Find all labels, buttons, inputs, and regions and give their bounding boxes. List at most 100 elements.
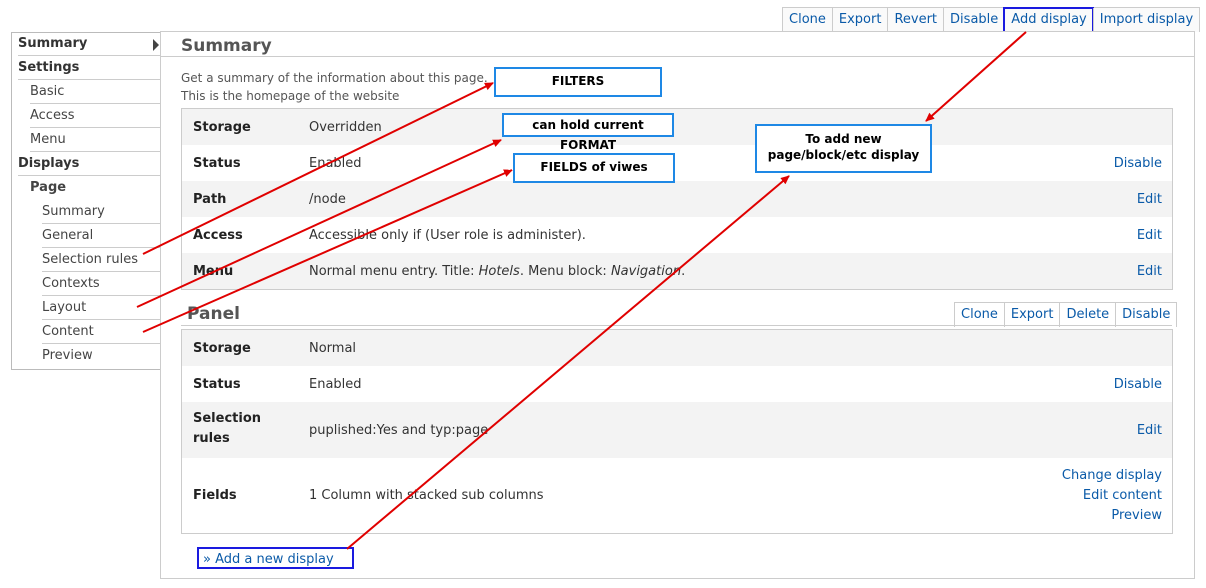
display-toolbar: Clone Export Revert Disable Add display …	[782, 7, 1201, 33]
row-label: Selection	[193, 411, 262, 426]
sidebar-item-general[interactable]: General	[42, 225, 161, 248]
filters-callout: FILTERS	[494, 67, 662, 97]
summary-description: Get a summary of the information about t…	[181, 71, 488, 85]
row-label: Status	[193, 156, 241, 171]
edit-content-link[interactable]: Edit content	[1083, 488, 1162, 503]
summary-title: Summary	[181, 36, 272, 56]
menu-text: Normal menu entry. Title:	[309, 264, 479, 279]
row-label: rules	[193, 431, 230, 446]
sidebar-item-contexts[interactable]: Contexts	[42, 273, 161, 296]
sidebar-item-label: Summary	[18, 36, 88, 51]
sidebar-item-basic[interactable]: Basic	[30, 81, 161, 104]
panel-disable-button[interactable]: Disable	[1115, 303, 1176, 327]
sidebar-item-label: Page	[30, 180, 67, 195]
menu-text: . Menu block:	[519, 264, 611, 279]
sidebar-item-access[interactable]: Access	[30, 105, 161, 128]
export-button[interactable]: Export	[831, 8, 888, 32]
table-row: Status Enabled Disable	[182, 366, 1172, 402]
sidebar-item-label: Menu	[30, 132, 66, 147]
sidebar-item-page-summary[interactable]: Summary	[42, 201, 161, 224]
row-label: Menu	[193, 264, 234, 279]
menu-text: .	[681, 264, 686, 279]
row-label: Access	[193, 228, 243, 243]
row-value: puplished:Yes and typ:page	[309, 423, 489, 438]
sidebar-item-page[interactable]: Page	[30, 177, 161, 199]
sidebar-item-label: Displays	[18, 156, 80, 171]
row-label: Path	[193, 192, 227, 207]
sidebar-item-settings[interactable]: Settings	[18, 57, 161, 80]
fields-callout: FIELDS of viwes	[513, 153, 675, 183]
summary-title-rule	[161, 56, 1194, 57]
table-row: Selection rules puplished:Yes and typ:pa…	[182, 402, 1172, 458]
panel-table: Storage Normal Status Enabled Disable Se…	[181, 329, 1173, 534]
sidebar-item-label: Preview	[42, 348, 93, 363]
panel-title-rule	[181, 325, 1172, 326]
row-value: 1 Column with stacked sub columns	[309, 488, 544, 503]
disable-link[interactable]: Disable	[1114, 156, 1162, 171]
row-value: Enabled	[309, 377, 362, 392]
sidebar-item-content[interactable]: Content	[42, 321, 161, 344]
active-arrow-icon	[153, 39, 159, 51]
row-label: Storage	[193, 120, 251, 135]
add-display-button[interactable]: Add display	[1003, 7, 1094, 33]
sidebar-item-selection-rules[interactable]: Selection rules	[42, 249, 161, 272]
sidebar-item-layout[interactable]: Layout	[42, 297, 161, 320]
preview-link[interactable]: Preview	[1111, 508, 1162, 523]
add-new-display-link[interactable]: » Add a new display	[197, 547, 354, 569]
path-link[interactable]: /node	[309, 192, 346, 207]
sidebar-item-label: Layout	[42, 300, 87, 315]
sidebar-item-preview[interactable]: Preview	[42, 345, 161, 367]
menu-title: Hotels	[478, 264, 520, 279]
sidebar-item-label: Summary	[42, 204, 105, 219]
row-value: Overridden	[309, 120, 382, 135]
sidebar-item-summary[interactable]: Summary	[18, 33, 161, 56]
row-value: Enabled	[309, 156, 362, 171]
table-row: Storage Overridden	[182, 109, 1172, 145]
row-value: Normal menu entry. Title: Hotels. Menu b…	[309, 264, 685, 279]
row-value: Accessible only if (User role is adminis…	[309, 228, 586, 243]
main-content: Summary Get a summary of the information…	[160, 31, 1195, 579]
edit-link[interactable]: Edit	[1137, 228, 1162, 243]
panel-export-button[interactable]: Export	[1003, 303, 1060, 327]
table-row: Menu Normal menu entry. Title: Hotels. M…	[182, 253, 1172, 289]
row-value: Normal	[309, 341, 357, 356]
sidebar-item-displays[interactable]: Displays	[18, 153, 161, 176]
revert-button[interactable]: Revert	[887, 8, 943, 32]
table-row: Path /node Edit	[182, 181, 1172, 217]
sidebar-item-label: General	[42, 228, 94, 243]
import-display-button[interactable]: Import display	[1092, 8, 1199, 32]
callout-line: To add new	[805, 132, 882, 146]
edit-link[interactable]: Edit	[1137, 423, 1162, 438]
sidebar-item-label: Settings	[18, 60, 80, 75]
edit-link[interactable]: Edit	[1137, 192, 1162, 207]
sidebar-item-label: Content	[42, 324, 94, 339]
table-row: Access Accessible only if (User role is …	[182, 217, 1172, 253]
panel-title: Panel	[187, 304, 240, 324]
sidebar-item-label: Access	[30, 108, 75, 123]
sidebar-nav: Summary Settings Basic Access Menu Displ…	[11, 32, 161, 370]
edit-link[interactable]: Edit	[1137, 264, 1162, 279]
panel-delete-button[interactable]: Delete	[1059, 303, 1115, 327]
sidebar-item-label: Basic	[30, 84, 65, 99]
sidebar-item-label: Contexts	[42, 276, 100, 291]
row-label: Storage	[193, 341, 251, 356]
sidebar-item-label: Selection rules	[42, 252, 139, 267]
row-label: Fields	[193, 488, 237, 503]
panel-clone-button[interactable]: Clone	[955, 303, 1004, 327]
table-row: Storage Normal	[182, 330, 1172, 366]
format-callout: can hold current FORMAT	[502, 113, 674, 152]
table-row: Status Enabled Disable	[182, 145, 1172, 181]
row-label: Status	[193, 377, 241, 392]
table-row: Fields 1 Column with stacked sub columns…	[182, 458, 1172, 533]
change-display-link[interactable]: Change display	[1062, 468, 1162, 483]
disable-button[interactable]: Disable	[943, 8, 1004, 32]
add-display-callout: To add new page/block/etc display	[755, 124, 932, 173]
sidebar-item-menu[interactable]: Menu	[30, 129, 161, 152]
panel-toolbar: Clone Export Delete Disable	[954, 302, 1178, 327]
summary-table: Storage Overridden Status Enabled Disabl…	[181, 108, 1173, 290]
menu-block: Navigation	[610, 264, 682, 279]
callout-line: page/block/etc display	[767, 148, 920, 162]
disable-link[interactable]: Disable	[1114, 377, 1162, 392]
clone-button[interactable]: Clone	[783, 8, 832, 32]
summary-subdescription: This is the homepage of the website	[181, 89, 400, 103]
